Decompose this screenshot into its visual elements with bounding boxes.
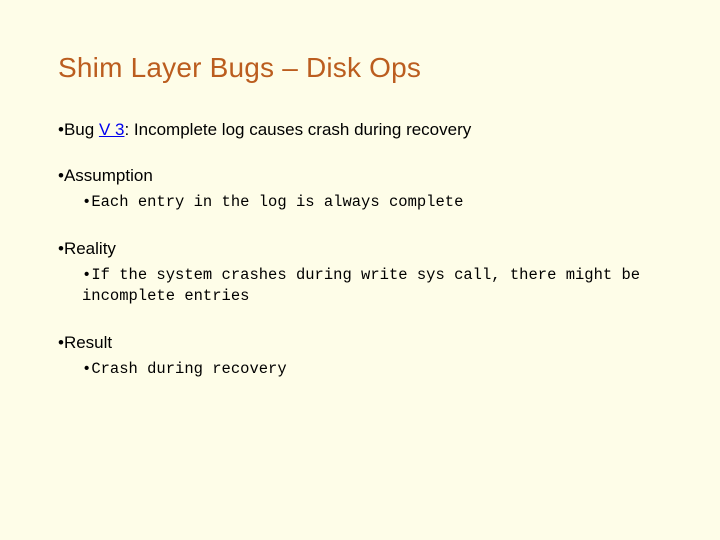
result-label: Result xyxy=(64,333,112,352)
bug-line: • Bug V 3: Incomplete log causes crash d… xyxy=(58,120,662,140)
result-detail: • Crash during recovery xyxy=(82,359,662,380)
slide: Shim Layer Bugs – Disk Ops • Bug V 3: In… xyxy=(0,0,720,540)
bug-prefix: Bug xyxy=(64,120,99,139)
assumption-detail: • Each entry in the log is always comple… xyxy=(82,192,662,213)
bug-suffix: : Incomplete log causes crash during rec… xyxy=(124,120,471,139)
bug-link[interactable]: V 3 xyxy=(99,120,125,139)
assumption-label: Assumption xyxy=(64,166,153,185)
result-text: Crash during recovery xyxy=(91,360,286,378)
slide-title: Shim Layer Bugs – Disk Ops xyxy=(58,52,662,84)
assumption-text: Each entry in the log is always complete xyxy=(91,193,463,211)
reality-detail: • If the system crashes during write sys… xyxy=(82,265,662,307)
result-heading: • Result xyxy=(58,333,662,353)
assumption-heading: • Assumption xyxy=(58,166,662,186)
reality-label: Reality xyxy=(64,239,116,258)
bullet-icon: • xyxy=(82,192,91,213)
bullet-icon: • xyxy=(82,265,91,286)
reality-text: If the system crashes during write sys c… xyxy=(82,266,640,305)
bullet-icon: • xyxy=(82,359,91,380)
reality-heading: • Reality xyxy=(58,239,662,259)
